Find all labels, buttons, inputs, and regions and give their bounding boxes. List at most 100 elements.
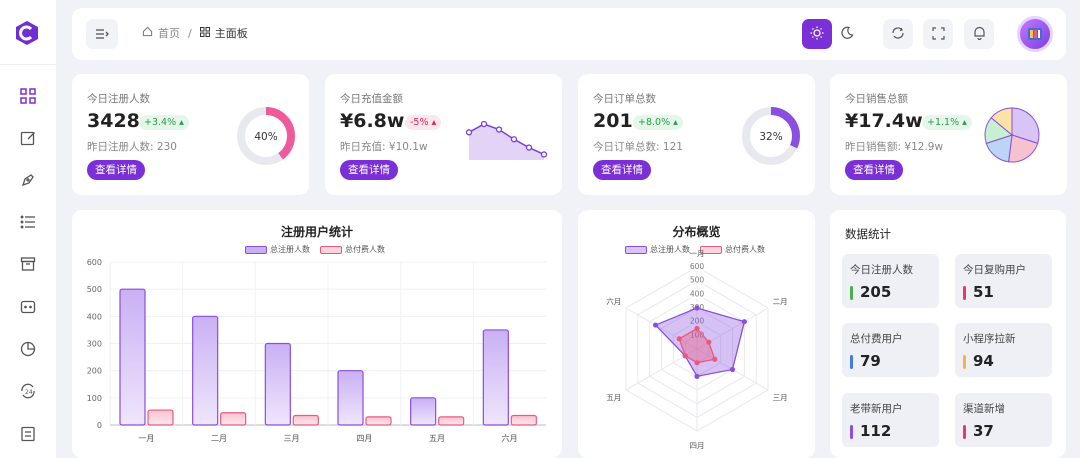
dark-mode-button[interactable]: [832, 19, 862, 49]
radar-axis-label: 一月: [690, 249, 705, 258]
radar-point: [706, 339, 712, 345]
stat-sub: 昨日充值: ¥10.1w: [340, 141, 428, 153]
stat-card-orders: 今日订单总数 201 +8.0% ▴ 今日订单总数: 121 查看详情 32%: [578, 74, 815, 195]
breadcrumb-home[interactable]: 首页: [158, 25, 180, 41]
stat-value: 201: [593, 110, 633, 132]
stat-tile-value: 94: [973, 352, 994, 370]
dashboard-icon[interactable]: [18, 86, 38, 106]
stat-badge: +3.4% ▴: [139, 115, 189, 130]
bar-total-registered: [119, 288, 146, 426]
y-tick-label: 600: [87, 258, 102, 267]
bar-total-paid: [365, 416, 392, 426]
y-tick-label: 0: [97, 421, 102, 430]
stat-tile[interactable]: 小程序拉新 94: [955, 323, 1052, 377]
bar-total-paid: [438, 416, 465, 426]
stat-value: 3428: [87, 110, 140, 132]
x-tick-label: 四月: [356, 434, 372, 443]
stat-tile-marker: [963, 425, 966, 439]
radar-tick-label: 600: [690, 262, 705, 271]
bar-total-registered: [264, 342, 291, 426]
view-details-button[interactable]: 查看详情: [845, 160, 903, 180]
light-mode-button[interactable]: [802, 19, 832, 49]
stat-tile[interactable]: 总付费用户 79: [842, 323, 939, 377]
refresh-24-icon[interactable]: 24: [18, 381, 38, 401]
bar-total-paid: [510, 414, 537, 426]
y-tick-label: 400: [87, 312, 102, 321]
data-stats-title: 数据统计: [845, 227, 891, 241]
stat-badge: +8.0% ▴: [633, 115, 683, 130]
sparkline-point: [510, 136, 518, 143]
stat-tile-marker: [850, 355, 853, 369]
stat-tile-marker: [850, 286, 853, 300]
refresh-button[interactable]: [883, 19, 913, 49]
bar-total-paid: [292, 414, 319, 426]
radar-point: [694, 305, 700, 311]
y-tick-label: 500: [87, 285, 102, 294]
sun-icon: [810, 25, 824, 44]
user-avatar[interactable]: [1017, 16, 1053, 52]
home-icon: [142, 26, 153, 40]
stat-tile[interactable]: 老带新用户 112: [842, 393, 939, 447]
stat-card-registrations: 今日注册人数 3428 +3.4% ▴ 昨日注册人数: 230 查看详情 40%: [72, 74, 309, 195]
view-details-button[interactable]: 查看详情: [87, 160, 145, 180]
svg-text:24: 24: [25, 389, 33, 396]
stat-label: 今日充值金额: [340, 93, 403, 105]
pen-icon[interactable]: [18, 170, 38, 190]
stat-tile-label: 今日注册人数: [850, 264, 913, 276]
menu-toggle-button[interactable]: [86, 19, 118, 49]
archive-icon[interactable]: [18, 254, 38, 274]
list-icon[interactable]: [18, 212, 38, 232]
y-tick-label: 300: [87, 340, 102, 349]
data-stats-card: 数据统计 今日注册人数 205 今日复购用户 51 总付费用户 79 小程序拉新…: [830, 210, 1066, 458]
grid-icon: [199, 26, 210, 40]
stat-tile-value: 51: [973, 283, 994, 301]
view-details-button[interactable]: 查看详情: [593, 160, 651, 180]
registration-donut: 40%: [237, 107, 295, 165]
stat-label: 今日注册人数: [87, 93, 150, 105]
stat-tile[interactable]: 今日复购用户 51: [955, 254, 1052, 308]
stat-sub: 昨日销售额: ¥12.9w: [845, 141, 944, 153]
edit-icon[interactable]: [18, 128, 38, 148]
brand-logo-icon[interactable]: [14, 20, 40, 46]
y-tick-label: 200: [87, 367, 102, 376]
stat-value: ¥6.8w: [340, 110, 405, 132]
sparkline-point: [465, 129, 473, 136]
radar-point: [729, 366, 736, 373]
stat-value: ¥17.4w: [845, 110, 923, 132]
distribution-chart-card: 分布概览 总注册人数 总付费人数 一月二月三月四月五月六月10020030040…: [578, 210, 815, 458]
fullscreen-button[interactable]: [923, 19, 953, 49]
radar-tick-label: 400: [690, 289, 705, 298]
y-tick-label: 100: [87, 394, 102, 403]
stat-tile[interactable]: 渠道新增 37: [955, 393, 1052, 447]
x-tick-label: 五月: [429, 434, 445, 443]
view-details-button[interactable]: 查看详情: [340, 160, 398, 180]
pie-chart-icon[interactable]: [18, 339, 38, 359]
stat-badge: -5% ▴: [405, 115, 442, 130]
refresh-icon: [891, 25, 905, 44]
x-tick-label: 三月: [284, 434, 300, 443]
bar-total-registered: [192, 315, 219, 426]
stat-tile[interactable]: 今日注册人数 205: [842, 254, 939, 308]
sidebar: 24: [0, 0, 56, 458]
bar-total-paid: [147, 409, 174, 426]
recharge-sparkline: [465, 120, 548, 160]
stat-tile-value: 112: [860, 422, 892, 440]
stat-tile-label: 渠道新增: [963, 403, 1005, 415]
radar-chart: 一月二月三月四月五月六月100200300400500600: [606, 249, 787, 450]
message-icon[interactable]: [18, 297, 38, 317]
bar-total-paid: [220, 412, 247, 426]
stat-card-recharge: 今日充值金额 ¥6.8w -5% ▴ 昨日充值: ¥10.1w 查看详情: [325, 74, 562, 195]
stat-label: 今日订单总数: [593, 93, 656, 105]
radar-point: [676, 336, 682, 342]
stat-label: 今日销售总额: [845, 93, 908, 105]
radar-axis-label: 六月: [606, 296, 621, 306]
breadcrumb-current: 主面板: [214, 27, 248, 40]
radar-point: [682, 353, 688, 359]
sparkline-area: [469, 124, 544, 160]
notification-button[interactable]: [964, 19, 994, 49]
stat-badge: +1.1% ▴: [922, 115, 972, 130]
bar-chart: 0 100 200 300 400 500 600 一月 二月 三月 四月 五月 六月: [87, 258, 546, 443]
radar-point: [712, 356, 718, 362]
document-icon[interactable]: [18, 424, 38, 444]
sidebar-divider: [0, 64, 56, 65]
